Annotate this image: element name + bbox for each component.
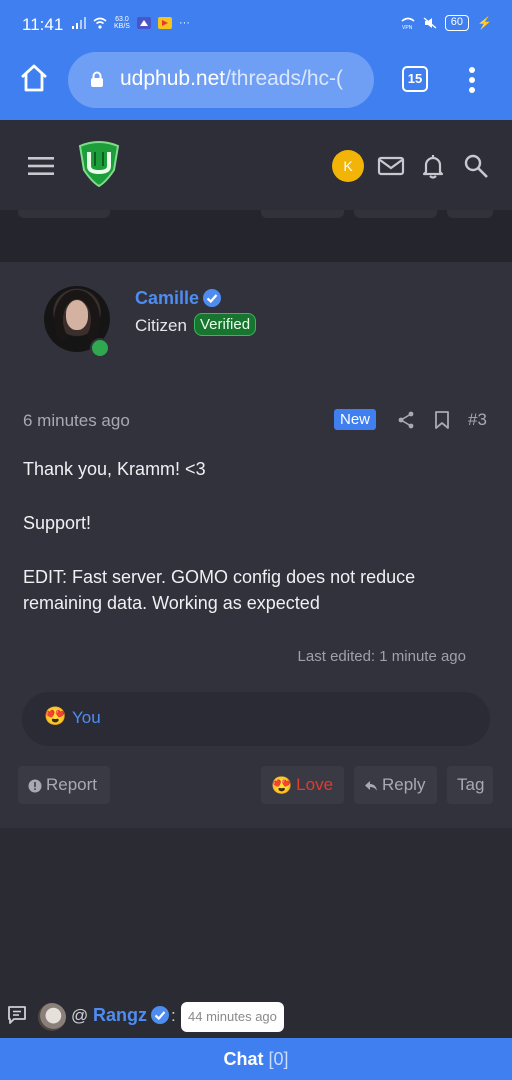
post-body: Thank you, Kramm! <3 Support! EDIT: Fast…	[23, 456, 473, 644]
post-paragraph: Support!	[23, 513, 92, 533]
status-right-icons: VPN 60 ⚡	[401, 15, 492, 31]
status-time: 11:41	[22, 15, 64, 34]
site-logo[interactable]	[76, 138, 122, 188]
lock-icon	[91, 71, 103, 87]
vpn-icon: VPN	[401, 17, 415, 29]
online-status-icon	[90, 338, 110, 358]
svg-text:VPN: VPN	[402, 25, 413, 29]
user-avatar[interactable]: K	[332, 150, 364, 182]
page-background	[0, 828, 512, 996]
mute-icon	[423, 17, 437, 29]
url-text: udphub.net/threads/hc-(	[120, 67, 343, 91]
tag-button[interactable]: Tag	[447, 766, 493, 804]
mail-icon[interactable]	[377, 152, 405, 180]
status-left-icons: 63.0 KB/S ···	[72, 16, 190, 30]
app-notification-icon	[157, 17, 172, 29]
previous-action-button	[447, 210, 493, 218]
wifi-icon	[93, 17, 107, 29]
browser-chrome: 11:41 63.0 KB/S ··· VPN 60 ⚡ udphub.net/t…	[0, 0, 512, 120]
post-card: Camille Citizen Verified 6 minutes ago N…	[0, 262, 512, 828]
menu-icon[interactable]	[28, 156, 54, 176]
url-host: udphub.net	[120, 67, 226, 90]
verified-badge: Verified	[194, 313, 257, 336]
post-paragraph: EDIT: Fast server. GOMO config does not …	[23, 567, 416, 613]
share-icon[interactable]	[396, 410, 416, 430]
chat-timestamp: 44 minutes ago	[181, 1002, 284, 1032]
user-title: Citizen	[135, 316, 187, 335]
previous-action-button	[354, 210, 437, 218]
verified-check-icon	[151, 1006, 169, 1024]
chat-username[interactable]: Rangz	[93, 1005, 147, 1026]
previous-action-button	[18, 210, 110, 218]
charging-icon: ⚡	[477, 16, 492, 30]
app-notification-icon	[136, 17, 151, 29]
chat-user-avatar	[38, 1003, 66, 1031]
bookmark-icon[interactable]	[432, 410, 452, 430]
last-edited: Last edited: 1 minute ago	[297, 648, 466, 665]
report-label: Report	[46, 775, 98, 794]
home-icon[interactable]	[18, 62, 50, 94]
post-paragraph: Thank you, Kramm! <3	[23, 459, 206, 479]
chat-bar[interactable]: Chat [0]	[0, 1038, 512, 1080]
url-bar[interactable]: udphub.net/threads/hc-(	[68, 52, 374, 108]
chat-message-icon	[8, 1006, 26, 1024]
more-notifications-icon: ···	[178, 17, 190, 29]
net-speed-value: 63.0	[115, 16, 129, 23]
report-button[interactable]: Report	[18, 766, 110, 804]
chat-count: [0]	[268, 1049, 289, 1069]
alert-circle-icon	[28, 779, 42, 793]
signal-icon	[72, 17, 86, 29]
post-timestamp[interactable]: 6 minutes ago	[23, 411, 130, 431]
net-speed: 63.0 KB/S	[114, 16, 130, 30]
avatar-face	[66, 300, 88, 330]
reply-button[interactable]: Reply	[354, 766, 437, 804]
previous-action-button	[261, 210, 344, 218]
reactions-bar[interactable]: 😍 You	[22, 692, 490, 746]
battery-icon: 60	[444, 15, 470, 31]
net-speed-unit: KB/S	[114, 23, 130, 30]
heart-eyes-emoji-icon: 😍	[271, 775, 293, 795]
bell-icon[interactable]	[419, 152, 447, 180]
love-label: Love	[296, 775, 334, 794]
overflow-menu-icon[interactable]	[466, 66, 478, 94]
chat-at-sign: @	[71, 1006, 89, 1025]
url-path: /threads/hc-(	[225, 67, 343, 90]
search-icon[interactable]	[462, 152, 490, 180]
site-header: K	[0, 120, 512, 210]
post-username[interactable]: Camille	[135, 288, 199, 309]
tab-switcher-button[interactable]: 15	[402, 66, 428, 92]
reply-arrow-icon	[365, 780, 377, 791]
chat-label: Chat	[223, 1049, 264, 1069]
chat-preview[interactable]: @ Rangz : 44 minutes ago	[0, 996, 512, 1038]
heart-eyes-emoji-icon: 😍	[44, 706, 67, 726]
reply-label: Reply	[382, 775, 426, 794]
verified-check-icon	[203, 289, 221, 307]
love-button[interactable]: 😍 Love	[261, 766, 344, 804]
previous-post-footer	[0, 210, 512, 262]
post-number-link[interactable]: #3	[468, 410, 487, 430]
new-badge: New	[334, 409, 377, 430]
status-bar: 11:41 63.0 KB/S ··· VPN 60 ⚡	[0, 0, 512, 48]
reaction-by[interactable]: You	[72, 708, 101, 728]
chat-colon: :	[171, 1006, 176, 1025]
